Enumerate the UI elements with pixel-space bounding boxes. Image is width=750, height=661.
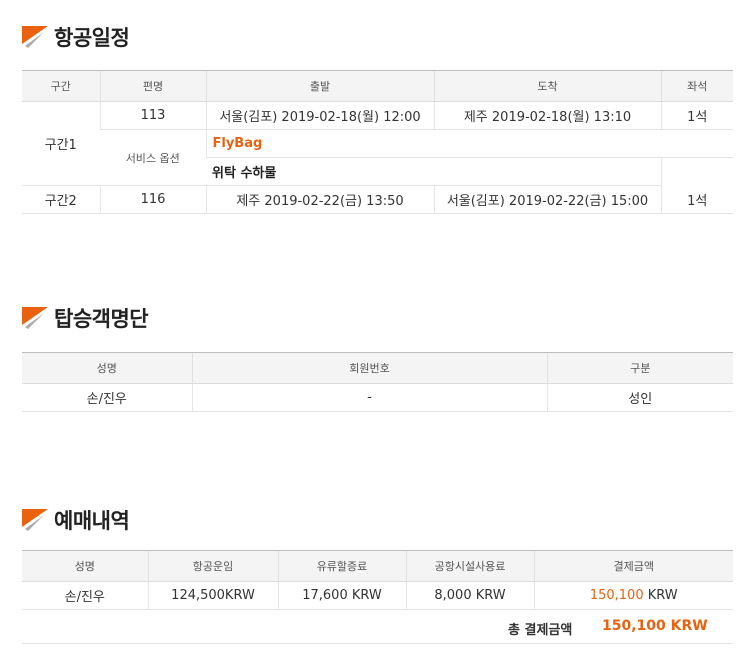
itinerary-table: 구간 편명 출발 도착 좌석 구간1 113 서울(김포) 2019-02-18… xyxy=(22,70,733,214)
col-type: 구분 xyxy=(546,352,733,384)
col-member-no: 회원번호 xyxy=(191,352,547,384)
col-seats: 좌석 xyxy=(660,70,733,102)
segment-label: 구간2 xyxy=(22,185,100,214)
arrival-info: 서울(김포) 2019-02-22(금) 15:00 xyxy=(433,185,661,214)
passengers-section-title: 탑승객명단 xyxy=(22,303,149,333)
fare-amount: 124,500KRW xyxy=(147,581,278,610)
member-number: - xyxy=(191,383,547,412)
col-arrival: 도착 xyxy=(433,70,661,102)
empty-cell xyxy=(660,157,733,186)
payment-number: 150,100 xyxy=(589,588,644,603)
table-row: 손/진우 124,500KRW 17,600 KRW 8,000 KRW 150… xyxy=(22,581,733,610)
booking-section-title: 예매내역 xyxy=(22,505,130,535)
passengers-table: 성명 회원번호 구분 손/진우 - 성인 xyxy=(22,352,733,412)
col-name: 성명 xyxy=(22,352,192,384)
flight-number: 113 xyxy=(99,101,206,130)
table-row: 구간2 116 제주 2019-02-22(금) 13:50 서울(김포) 20… xyxy=(22,185,733,214)
total-row: 총 결제금액 150,100 KRW xyxy=(22,610,733,644)
payment-unit: KRW xyxy=(643,588,678,603)
flag-icon xyxy=(22,26,48,48)
col-fuel-surcharge: 유류할증료 xyxy=(277,550,406,582)
service-checked-baggage: 위탁 수하물 xyxy=(206,157,661,186)
itinerary-section-title: 항공일정 xyxy=(22,22,130,52)
departure-info: 서울(김포) 2019-02-18(월) 12:00 xyxy=(205,101,434,130)
total-value: 150,100 KRW xyxy=(602,618,708,634)
airport-fee-amount: 8,000 KRW xyxy=(405,581,534,610)
fuel-surcharge-amount: 17,600 KRW xyxy=(277,581,406,610)
segment-label: 구간1 xyxy=(22,101,100,186)
col-name: 성명 xyxy=(22,550,148,582)
flag-icon xyxy=(22,307,48,329)
flag-icon xyxy=(22,509,48,531)
flight-number: 116 xyxy=(99,185,206,214)
col-fare: 항공운임 xyxy=(147,550,278,582)
passengers-header-row: 성명 회원번호 구분 xyxy=(22,352,733,384)
service-option-label: 서비스 옵션 xyxy=(100,129,206,186)
passenger-name: 손/진우 xyxy=(22,383,192,412)
service-flybag: FlyBag xyxy=(205,129,733,158)
itinerary-heading: 항공일정 xyxy=(54,26,130,50)
booker-name: 손/진우 xyxy=(22,581,148,610)
itinerary-header-row: 구간 편명 출발 도착 좌석 xyxy=(22,70,733,102)
col-departure: 출발 xyxy=(205,70,434,102)
table-row: 서비스 옵션 FlyBag xyxy=(22,129,733,186)
booking-header-row: 성명 항공운임 유류할증료 공항시설사용료 결제금액 xyxy=(22,550,733,582)
arrival-info: 제주 2019-02-18(월) 13:10 xyxy=(433,101,661,130)
total-label: 총 결제금액 xyxy=(508,623,573,638)
booking-heading: 예매내역 xyxy=(54,509,130,533)
col-segment: 구간 xyxy=(22,70,100,102)
col-airport-fee: 공항시설사용료 xyxy=(405,550,534,582)
seat-count: 1석 xyxy=(660,185,733,214)
booking-table: 성명 항공운임 유류할증료 공항시설사용료 결제금액 손/진우 124,500K… xyxy=(22,550,733,610)
passenger-type: 성인 xyxy=(546,383,733,412)
seat-count: 1석 xyxy=(660,101,733,130)
table-row: 구간1 113 서울(김포) 2019-02-18(월) 12:00 제주 20… xyxy=(22,101,733,186)
col-payment: 결제금액 xyxy=(533,550,733,582)
payment-amount: 150,100 KRW xyxy=(533,581,733,610)
table-row: 손/진우 - 성인 xyxy=(22,383,733,412)
col-flight: 편명 xyxy=(99,70,206,102)
departure-info: 제주 2019-02-22(금) 13:50 xyxy=(205,185,434,214)
passengers-heading: 탑승객명단 xyxy=(54,307,149,331)
